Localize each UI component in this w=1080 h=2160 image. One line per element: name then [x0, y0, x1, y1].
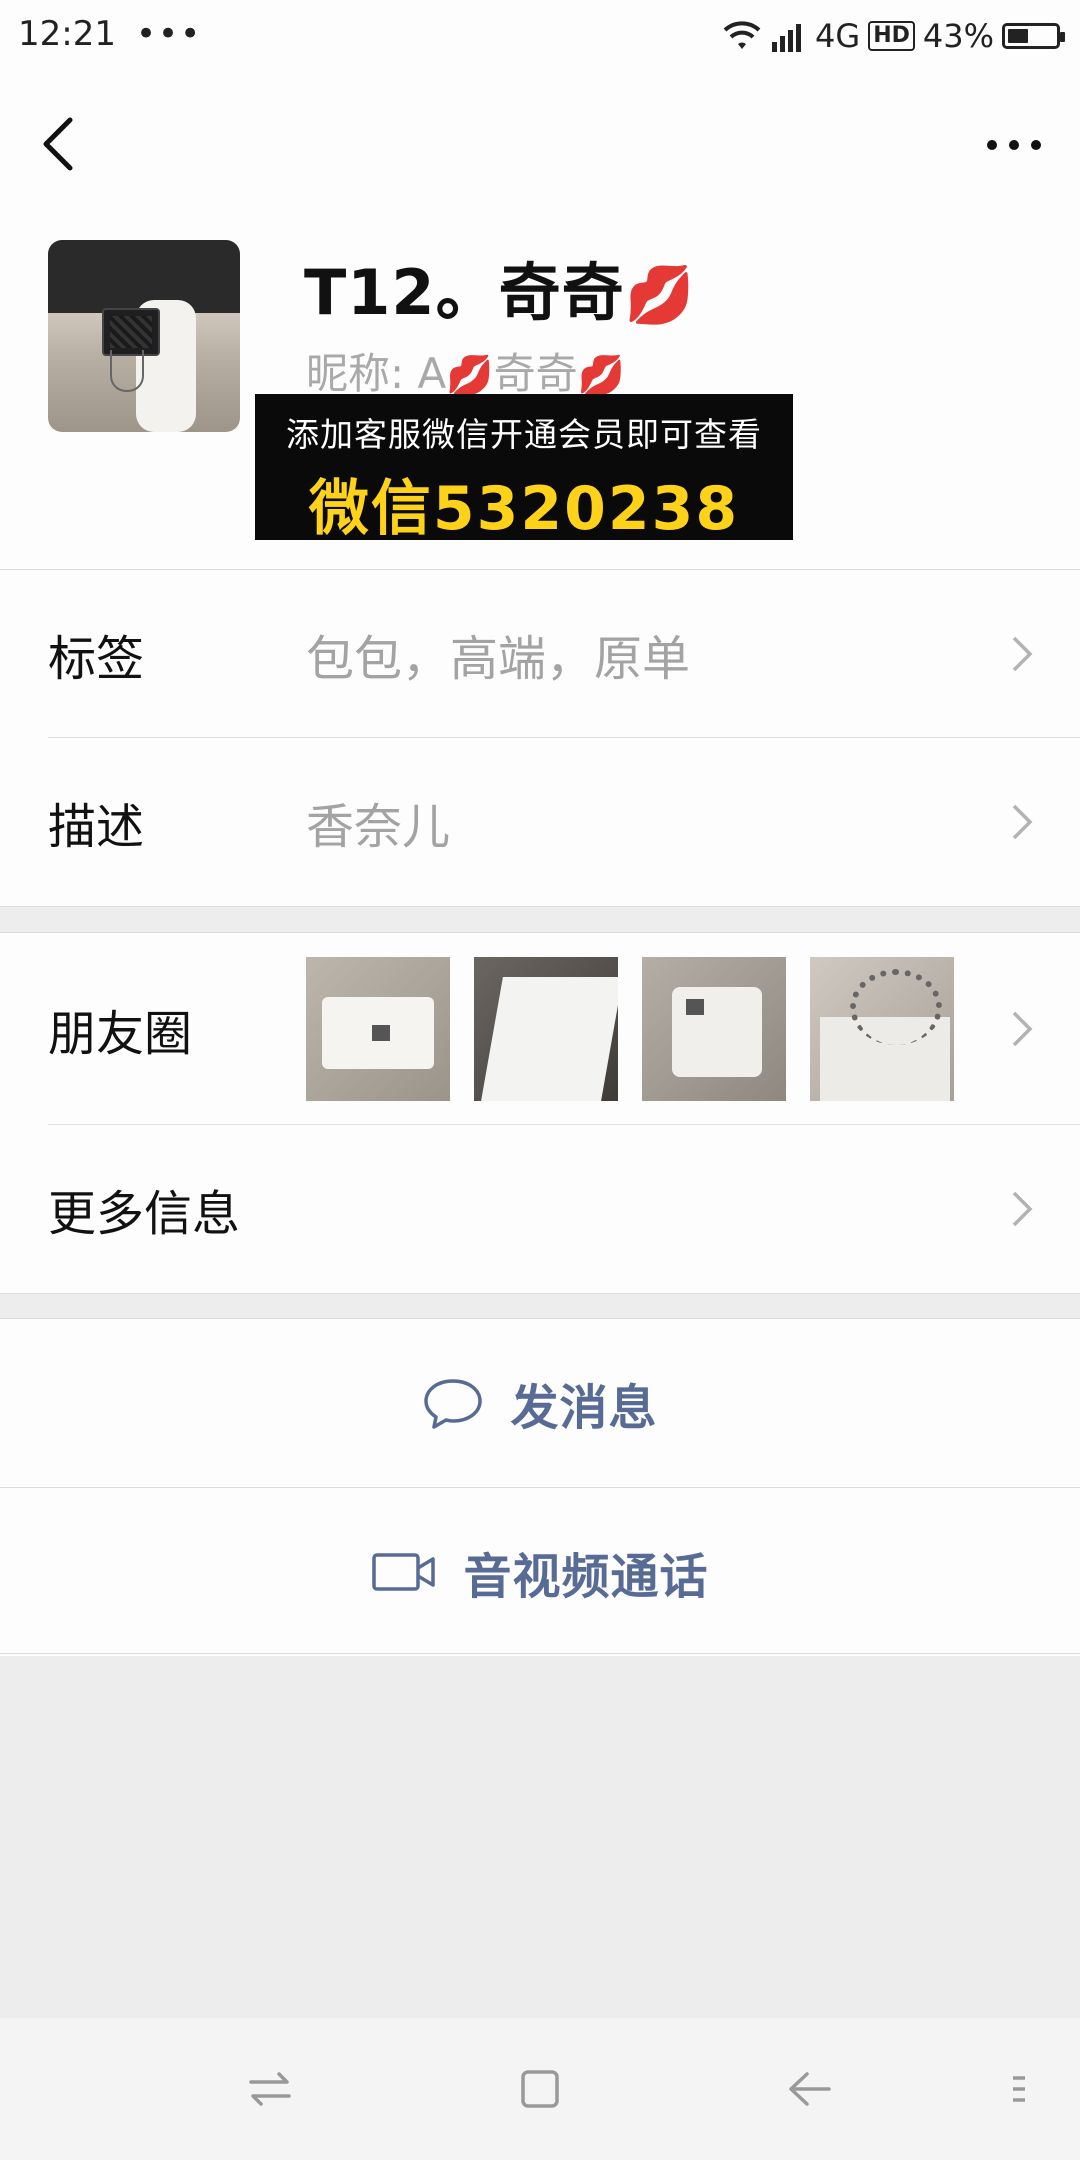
hd-badge: HD [868, 21, 915, 51]
description-label: 描述 [48, 799, 145, 855]
profile-header: T12。奇奇💋 昵称: A💋奇奇💋 添加客服微信开通会员即可查看 微信53202… [0, 212, 1080, 570]
moments-group: 朋友圈 更多信息 [0, 933, 1080, 1293]
nickname-prefix: 昵称: A [306, 349, 447, 398]
send-message-label: 发消息 [510, 1380, 658, 1436]
home-icon[interactable] [515, 2064, 565, 2114]
lips-icon: 💋 [624, 263, 696, 328]
nickname-text: 奇奇 [493, 349, 578, 398]
status-notification-dots: ••• [136, 14, 203, 54]
action-group: 发消息 音视频通话 [0, 1319, 1080, 1656]
status-indicators: 4G HD 43% [721, 12, 1065, 60]
top-navigation [0, 72, 1080, 212]
divider [0, 1653, 1080, 1654]
chevron-right-icon [1012, 636, 1033, 672]
moments-thumbnail[interactable] [306, 957, 450, 1101]
video-call-button[interactable]: 音视频通话 [0, 1488, 1080, 1656]
tags-value: 包包，高端，原单 [306, 631, 691, 687]
battery-icon [1002, 23, 1065, 49]
signal-icon [772, 24, 802, 52]
moments-row[interactable]: 朋友圈 [0, 933, 1080, 1125]
send-message-button[interactable]: 发消息 [0, 1319, 1080, 1487]
chevron-right-icon [1012, 1191, 1033, 1227]
chat-bubble-icon [424, 1379, 483, 1429]
more-info-row[interactable]: 更多信息 [0, 1125, 1080, 1293]
battery-percent: 43% [922, 17, 994, 55]
moments-thumbnail[interactable] [474, 957, 618, 1101]
nickname: 昵称: A💋奇奇💋 [306, 340, 625, 401]
video-call-label: 音视频通话 [463, 1549, 709, 1605]
chevron-right-icon [1012, 1011, 1033, 1047]
recent-apps-icon[interactable] [245, 2064, 295, 2114]
moments-thumbnails [306, 957, 954, 1101]
divider [0, 1293, 1080, 1294]
more-info-label: 更多信息 [48, 1186, 241, 1242]
description-value: 香奈儿 [306, 799, 451, 855]
promo-overlay: 添加客服微信开通会员即可查看 微信5320238 [255, 394, 793, 544]
video-camera-icon [372, 1553, 436, 1591]
tags-label: 标签 [48, 631, 145, 687]
chevron-right-icon [1012, 804, 1033, 840]
avatar[interactable] [48, 240, 240, 432]
system-navigation-bar [0, 2018, 1080, 2160]
back-arrow-icon[interactable] [785, 2064, 835, 2114]
back-chevron-icon[interactable] [38, 114, 78, 174]
moments-thumbnail[interactable] [810, 957, 954, 1101]
divider [0, 906, 1080, 907]
promo-line1: 添加客服微信开通会员即可查看 [286, 415, 762, 454]
moments-label: 朋友圈 [48, 1006, 193, 1062]
menu-icon[interactable] [1005, 2064, 1035, 2114]
description-row[interactable]: 描述 香奈儿 [0, 738, 1080, 906]
lips-icon: 💋 [577, 353, 625, 397]
tags-row[interactable]: 标签 包包，高端，原单 [0, 570, 1080, 738]
battery-level [1008, 29, 1028, 43]
network-type: 4G [815, 17, 861, 55]
info-group: 标签 包包，高端，原单 描述 香奈儿 [0, 570, 1080, 906]
status-time: 12:21 [18, 14, 116, 54]
lips-icon: 💋 [446, 353, 494, 397]
more-dots-icon[interactable] [984, 130, 1044, 160]
status-bar: 12:21 ••• 4G HD 43% [0, 0, 1080, 72]
display-name-text: T12。奇奇 [304, 256, 625, 329]
display-name: T12。奇奇💋 [304, 242, 695, 332]
moments-thumbnail[interactable] [642, 957, 786, 1101]
promo-wechat-id: 微信5320238 [308, 474, 740, 544]
wifi-icon [723, 21, 761, 49]
